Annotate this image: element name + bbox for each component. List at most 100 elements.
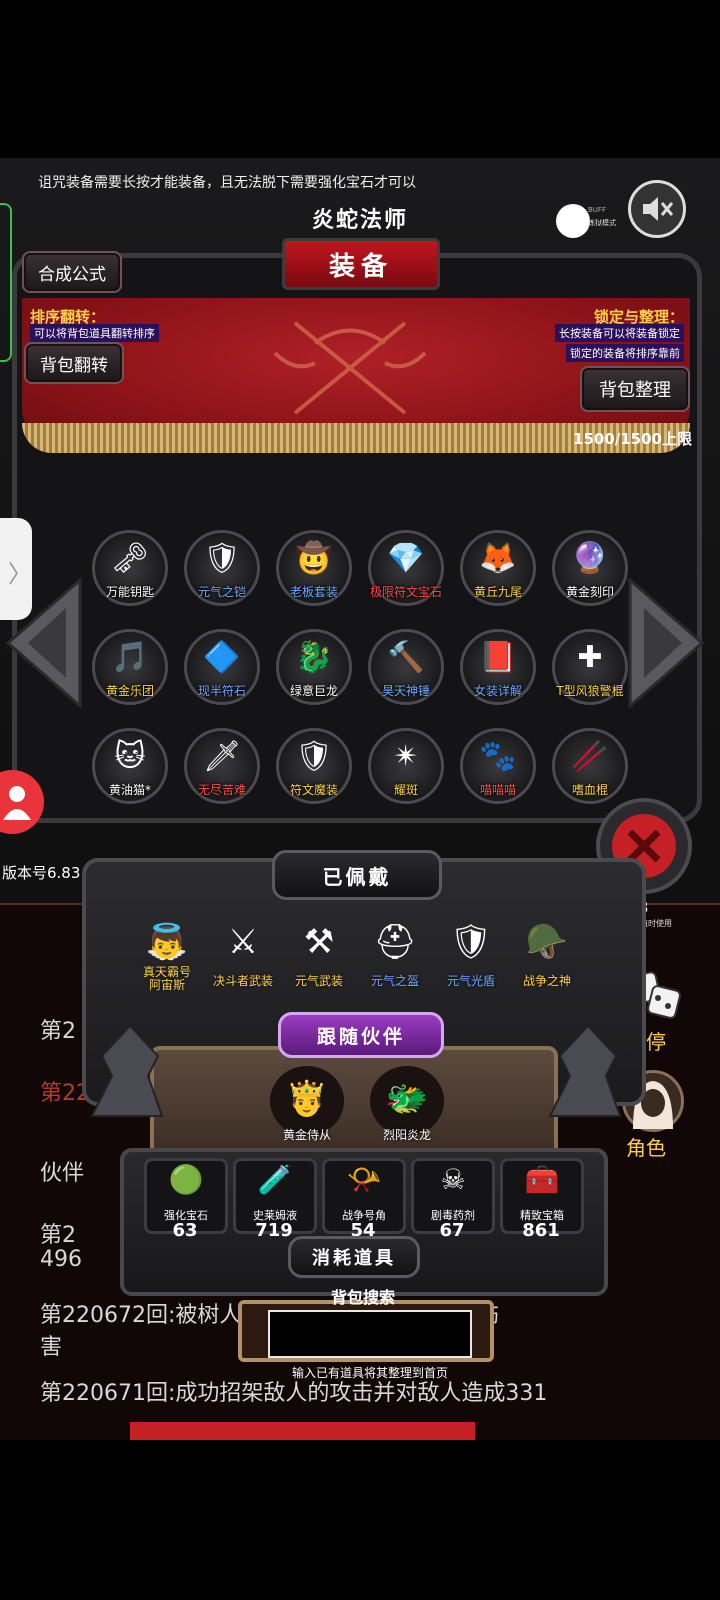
consumable-count: 63 (172, 1220, 198, 1241)
inventory-item-label: 女装详解 (473, 684, 522, 698)
equipped-tab: 已佩戴 (272, 850, 442, 900)
inventory-item-label: 黄金乐团 (105, 684, 154, 698)
inventory-item[interactable]: 🤠 老板套装 (276, 530, 352, 606)
lock-sort-desc: 锁定的装备将排序靠前 (566, 344, 684, 362)
log-line: 第2 (40, 1019, 76, 1044)
log-line: 伙伴 (40, 1161, 85, 1186)
cat-icon: 🐱 (114, 739, 146, 774)
wings-icon: 👼 (145, 922, 189, 962)
inventory-item-label: 黄金刻印 (565, 585, 614, 599)
bag-flip-button[interactable]: 背包翻转 (24, 342, 124, 384)
knight-icon: ⚔ (227, 922, 259, 962)
sort-flip-desc: 可以将背包道具翻转排序 (30, 324, 159, 342)
paw-icon: 🐾 (479, 739, 517, 774)
armor-icon: 🛡 (294, 739, 334, 774)
gem-icon: 💎 (387, 541, 425, 576)
armor-icon: 🛡 (202, 541, 242, 576)
weapon-icon: ⚒ (303, 922, 335, 962)
role-label: 角色 (626, 1136, 666, 1160)
sword-icon: 🗡 (202, 739, 242, 774)
inventory-item[interactable]: 💎 极限符文宝石 (368, 530, 444, 606)
buff-logo-icon (556, 204, 590, 238)
inventory-item[interactable]: 🐾 喵喵喵 (460, 728, 536, 804)
side-drawer-tab[interactable]: 〉 (0, 518, 32, 620)
inventory-item[interactable]: 🗡 无尽苦难 (184, 728, 260, 804)
poison-icon: ☠ (440, 1163, 466, 1196)
book-icon: 📕 (479, 640, 517, 675)
inventory-item-label: 符文魔装 (289, 783, 338, 797)
search-title: 背包搜索 (330, 1288, 395, 1307)
suit-icon: 🤠 (295, 541, 333, 576)
search-input[interactable] (268, 1310, 472, 1358)
inventory-item[interactable]: 🗝 万能钥匙 (92, 530, 168, 606)
inventory-item[interactable]: ✴ 耀斑 (368, 728, 444, 804)
inventory-item[interactable]: 🔨 昊天神锤 (368, 629, 444, 705)
staff-icon: 🥢 (571, 739, 609, 774)
capacity-counter: 1500/1500上限 (573, 430, 692, 448)
inventory-item[interactable]: 🛡 元气之铠 (184, 530, 260, 606)
chest-icon: 🧰 (524, 1163, 560, 1196)
crossed-swords-emblem-icon (273, 321, 427, 415)
synth-formula-button[interactable]: 合成公式 (22, 251, 122, 293)
page-title: 装备 (282, 238, 440, 290)
buff-badge: BUFF 炼狱模式 (556, 204, 616, 240)
next-page-arrow-icon[interactable] (628, 578, 704, 708)
shield-icon: 🛡 (449, 922, 493, 962)
consumable-tab: 消耗道具 (288, 1236, 420, 1278)
fox-icon: 🦊 (479, 541, 517, 576)
class-title: 炎蛇法师 (311, 208, 408, 233)
inventory-item-label: 老板套装 (289, 585, 338, 599)
dragon-icon: 🐉 (295, 640, 333, 675)
inventory-item-label: 极限符文宝石 (369, 585, 442, 599)
flare-icon: ✴ (393, 739, 419, 774)
companion-item-label: 黄金侍从 (282, 1128, 331, 1142)
curse-warning: 诅咒装备需要长按才能装备，且无法脱下需要强化宝石才可以 (38, 175, 416, 191)
equipped-item[interactable]: 🪖 战争之神 (510, 920, 584, 994)
inventory-item[interactable]: 🐉 绿意巨龙 (276, 629, 352, 705)
inventory-item-label: 无尽苦难 (197, 783, 246, 797)
rune-icon: 🔷 (203, 640, 241, 675)
horn-icon: 📯 (346, 1163, 382, 1196)
inventory-item[interactable]: 🛡 符文魔装 (276, 728, 352, 804)
inventory-item[interactable]: 🐱 黄油猫* (92, 728, 168, 804)
hammer-icon: 🔨 (387, 640, 425, 675)
consumable-count: 67 (439, 1220, 465, 1241)
key-icon: 🗝 (110, 541, 150, 576)
inventory-item[interactable]: 🦊 黄丘九尾 (460, 530, 536, 606)
companion-item[interactable]: 🐲 烈阳炎龙 (370, 1066, 444, 1142)
seal-icon: 🔮 (571, 541, 609, 576)
inventory-item-label: T型风狼警棍 (556, 684, 624, 698)
gargoyle-left-icon (90, 1024, 164, 1117)
inventory-item[interactable]: 📕 女装详解 (460, 629, 536, 705)
inventory-item[interactable]: 🔮 黄金刻印 (552, 530, 628, 606)
inventory-item-label: 万能钥匙 (105, 585, 154, 599)
companion-item[interactable]: 🤴 黄金侍从 (270, 1066, 344, 1142)
inventory-item[interactable]: 🥢 嗜血棍 (552, 728, 628, 804)
inventory-item-label: 耀斑 (393, 783, 418, 797)
companion-tab: 跟随伙伴 (278, 1012, 444, 1058)
companion-item-label: 烈阳炎龙 (382, 1128, 431, 1142)
equipped-item-label: 战争之神 (522, 974, 571, 988)
log-line: 496 (40, 1247, 82, 1272)
consumable-count: 861 (522, 1220, 560, 1241)
inventory-item-label: 昊天神锤 (381, 684, 430, 698)
version-label: 版本号6.83 (2, 864, 81, 882)
mute-button[interactable] (628, 180, 686, 238)
search-hint: 输入已有道具将其整理到首页 (291, 1366, 448, 1380)
potion-icon: 🧪 (257, 1163, 293, 1196)
inventory-item-label: 嗜血棍 (571, 783, 608, 797)
green-gem-icon: 🟢 (168, 1163, 204, 1196)
harp-icon: 🎵 (111, 640, 149, 675)
left-edge-panel (0, 203, 12, 362)
inventory-item-label: 绿意巨龙 (289, 684, 338, 698)
bag-sort-button[interactable]: 背包整理 (580, 366, 690, 412)
log-line: 害 (40, 1335, 63, 1360)
helmet-icon: ⛑ (373, 922, 417, 962)
progress-bar (130, 1422, 475, 1440)
inventory-item[interactable]: 🎵 黄金乐团 (92, 629, 168, 705)
inventory-item[interactable]: 🔷 现半符石 (184, 629, 260, 705)
baton-icon: ✚ (577, 640, 603, 675)
inventory-item[interactable]: ✚ T型风狼警棍 (552, 629, 628, 705)
game-area: 第2 第2206 伙伴 第2 496 第220672回:被树人命中受到12714… (0, 158, 720, 1440)
companion-panel (150, 1046, 558, 1164)
